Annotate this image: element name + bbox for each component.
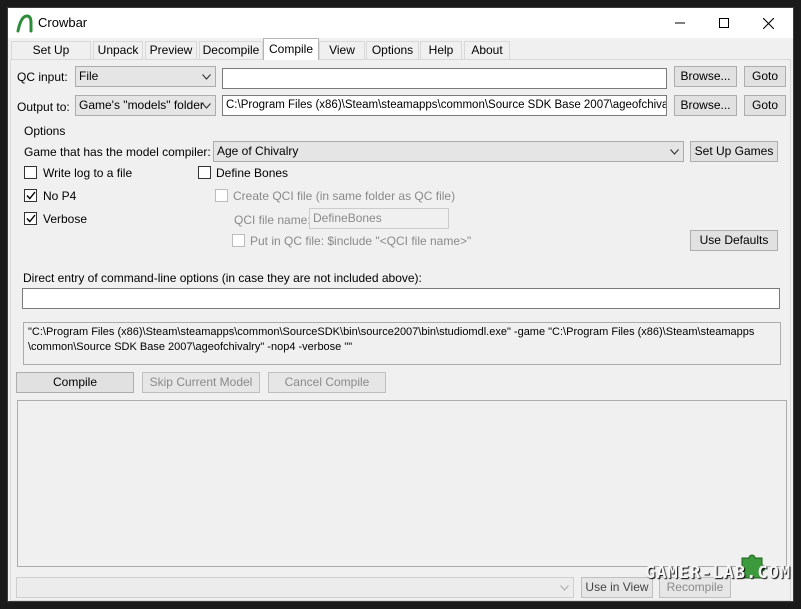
- maximize-button[interactable]: [701, 8, 747, 38]
- chevron-down-icon: [558, 578, 570, 597]
- no-p4-checkbox[interactable]: [24, 189, 37, 202]
- qc-input-type-value: File: [79, 69, 99, 83]
- game-compiler-select[interactable]: Age of Chivalry: [213, 141, 684, 162]
- put-in-qc-checkbox[interactable]: [232, 234, 245, 247]
- tab-help[interactable]: Help: [420, 41, 462, 59]
- crowbar-window: Crowbar Set Up Games Unpack Preview Deco…: [7, 7, 794, 602]
- chevron-down-icon: [668, 142, 680, 161]
- output-goto-button[interactable]: Goto: [744, 95, 786, 116]
- create-qci-checkbox[interactable]: [215, 189, 228, 202]
- maximize-icon: [719, 18, 729, 28]
- game-compiler-value: Age of Chivalry: [217, 144, 299, 158]
- minimize-icon: [675, 22, 685, 24]
- write-log-checkbox[interactable]: [24, 166, 37, 179]
- qc-input-path-field[interactable]: [222, 68, 667, 89]
- skip-current-model-button[interactable]: Skip Current Model: [142, 372, 260, 393]
- qc-input-type-select[interactable]: File: [75, 66, 216, 87]
- compile-log-output[interactable]: [17, 400, 787, 567]
- define-bones-checkbox[interactable]: [198, 166, 211, 179]
- close-icon: [762, 17, 774, 29]
- command-line-preview: "C:\Program Files (x86)\Steam\steamapps\…: [23, 322, 781, 365]
- chevron-down-icon: [200, 96, 212, 115]
- write-log-label[interactable]: Write log to a file: [43, 166, 132, 180]
- tab-compile[interactable]: Compile: [263, 38, 319, 60]
- no-p4-label[interactable]: No P4: [43, 189, 76, 203]
- tab-view[interactable]: View: [319, 41, 365, 59]
- command-line-text-2: \common\Source SDK Base 2007\ageofchival…: [28, 341, 353, 353]
- create-qci-label[interactable]: Create QCI file (in same folder as QC fi…: [233, 189, 455, 203]
- options-group-label: Options: [24, 124, 66, 138]
- tab-about[interactable]: About: [464, 41, 510, 59]
- use-in-view-button[interactable]: Use in View: [581, 577, 653, 598]
- tab-options[interactable]: Options: [366, 41, 419, 59]
- qci-file-name-field[interactable]: DefineBones: [309, 208, 449, 229]
- command-line-text-1: "C:\Program Files (x86)\Steam\steamapps\…: [28, 326, 755, 338]
- set-up-games-button[interactable]: Set Up Games: [690, 141, 778, 162]
- window-title: Crowbar: [38, 15, 88, 30]
- use-defaults-button[interactable]: Use Defaults: [690, 230, 778, 251]
- qc-input-browse-button[interactable]: Browse...: [674, 66, 737, 87]
- put-in-qc-label[interactable]: Put in QC file: $include "<QCI file name…: [250, 234, 471, 248]
- checkmark-icon: [25, 191, 36, 200]
- qc-input-goto-button[interactable]: Goto: [744, 66, 786, 87]
- qci-file-name-label: QCI file name:: [234, 213, 311, 227]
- watermark-text: GAMER-LAB.COM: [645, 563, 792, 583]
- close-button[interactable]: [745, 8, 791, 38]
- tab-decompile[interactable]: Decompile: [199, 41, 263, 59]
- output-type-select[interactable]: Game's "models" folder: [75, 95, 216, 116]
- game-compiler-label: Game that has the model compiler:: [24, 145, 211, 159]
- crowbar-app-icon: [16, 14, 33, 33]
- minimize-button[interactable]: [657, 8, 703, 38]
- output-path-field[interactable]: C:\Program Files (x86)\Steam\steamapps\c…: [222, 95, 667, 116]
- checkmark-icon: [25, 214, 36, 223]
- direct-entry-field[interactable]: [22, 288, 780, 309]
- title-bar[interactable]: Crowbar: [8, 8, 793, 38]
- compile-tab-panel: QC input: File Browse... Goto Output to:…: [10, 59, 791, 601]
- direct-entry-label: Direct entry of command-line options (in…: [23, 271, 422, 285]
- compiled-models-select[interactable]: [16, 577, 574, 598]
- tab-preview[interactable]: Preview: [145, 41, 197, 59]
- output-browse-button[interactable]: Browse...: [674, 95, 737, 116]
- qc-input-label: QC input:: [17, 70, 68, 84]
- tab-set-up-games[interactable]: Set Up Games: [11, 41, 91, 73]
- output-type-value: Game's "models" folder: [79, 98, 204, 112]
- chevron-down-icon: [200, 67, 212, 86]
- verbose-label[interactable]: Verbose: [43, 212, 87, 226]
- verbose-checkbox[interactable]: [24, 212, 37, 225]
- compile-button[interactable]: Compile: [16, 372, 134, 393]
- cancel-compile-button[interactable]: Cancel Compile: [268, 372, 386, 393]
- output-to-label: Output to:: [17, 100, 70, 114]
- tab-unpack[interactable]: Unpack: [93, 41, 143, 59]
- define-bones-label[interactable]: Define Bones: [216, 166, 288, 180]
